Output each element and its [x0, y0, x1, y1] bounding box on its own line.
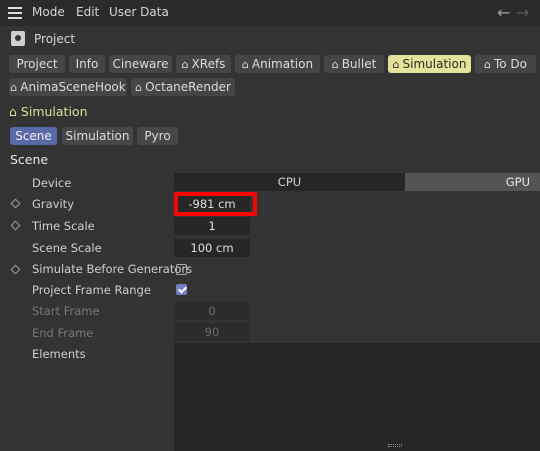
- house-icon: ⌂: [9, 104, 17, 119]
- group-title: Scene: [10, 152, 49, 167]
- time-scale-field[interactable]: 1: [174, 217, 250, 235]
- section-title: ⌂ Simulation: [9, 104, 88, 119]
- start-frame-label: Start Frame: [32, 304, 100, 318]
- gravity-label: Gravity: [32, 197, 75, 211]
- end-frame-field: 90: [174, 323, 250, 341]
- back-arrow-icon[interactable]: ←: [497, 3, 510, 22]
- simulate-before-generators-checkbox[interactable]: [176, 264, 187, 275]
- tab-project[interactable]: Project: [9, 55, 65, 73]
- hamburger-menu-icon[interactable]: [8, 7, 22, 19]
- simulate-before-generators-label: Simulate Before Generators: [32, 262, 193, 276]
- project-frame-range-label: Project Frame Range: [32, 283, 151, 297]
- forward-arrow-icon[interactable]: →: [516, 3, 529, 22]
- elements-label: Elements: [32, 347, 86, 361]
- subtab-simulation[interactable]: Simulation: [62, 127, 133, 145]
- end-frame-label: End Frame: [32, 326, 94, 340]
- tab-animation[interactable]: ⌂ Animation: [235, 55, 320, 73]
- elements-list[interactable]: [174, 343, 540, 451]
- house-icon: ⌂: [241, 58, 249, 71]
- gravity-highlight-box: [174, 192, 257, 216]
- device-option-gpu[interactable]: GPU: [405, 173, 540, 191]
- tab-animascenehook[interactable]: ⌂ AnimaSceneHook: [9, 78, 127, 96]
- house-icon: ⌂: [10, 81, 18, 94]
- keyframe-diamond-icon[interactable]: [10, 264, 21, 275]
- menu-bar: Mode Edit User Data ← →: [0, 0, 540, 26]
- project-title: Project: [34, 32, 76, 46]
- menu-user-data[interactable]: User Data: [109, 5, 169, 19]
- tab-cineware[interactable]: Cineware: [109, 55, 172, 73]
- subtab-pyro[interactable]: Pyro: [137, 127, 178, 145]
- tab-xrefs[interactable]: ⌂ XRefs: [176, 55, 231, 73]
- project-icon: [11, 31, 25, 46]
- keyframe-diamond-icon[interactable]: [10, 198, 21, 209]
- device-label: Device: [32, 176, 72, 190]
- device-option-cpu[interactable]: CPU: [174, 173, 405, 191]
- scene-scale-label: Scene Scale: [32, 241, 102, 255]
- project-frame-range-checkbox[interactable]: [176, 284, 187, 295]
- tab-simulation[interactable]: ⌂ Simulation: [388, 55, 471, 73]
- house-icon: ⌂: [392, 58, 400, 71]
- subtab-scene[interactable]: Scene: [10, 127, 57, 145]
- house-icon: ⌂: [135, 81, 143, 94]
- keyframe-diamond-icon[interactable]: [10, 220, 21, 231]
- house-icon: ⌂: [181, 58, 189, 71]
- start-frame-field: 0: [174, 302, 250, 320]
- scene-scale-field[interactable]: 100 cm: [174, 239, 250, 257]
- tab-to-do[interactable]: ⌂ To Do: [475, 55, 536, 73]
- tab-bullet[interactable]: ⌂ Bullet: [324, 55, 384, 73]
- house-icon: ⌂: [483, 58, 491, 71]
- tab-octanerender[interactable]: ⌂ OctaneRender: [131, 78, 235, 96]
- resize-grip-icon[interactable]: [388, 444, 402, 447]
- tab-info[interactable]: Info: [69, 55, 105, 73]
- menu-edit[interactable]: Edit: [76, 5, 99, 19]
- house-icon: ⌂: [331, 58, 339, 71]
- time-scale-label: Time Scale: [32, 219, 95, 233]
- menu-mode[interactable]: Mode: [32, 5, 65, 19]
